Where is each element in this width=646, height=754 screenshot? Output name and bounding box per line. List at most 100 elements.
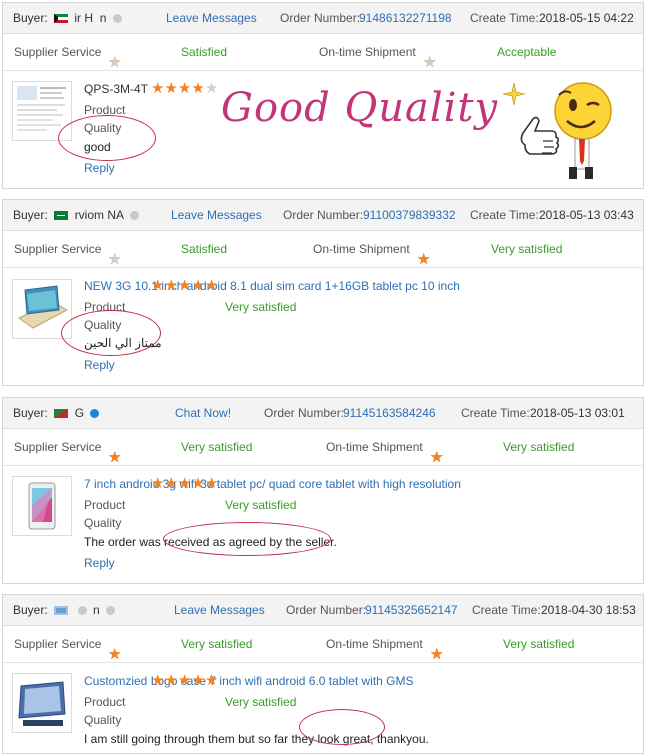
star-filled-icon: ★ — [177, 475, 192, 492]
create-time-value: 2018-05-13 03:43 — [539, 208, 634, 222]
create-time-label: Create Time: — [470, 11, 539, 25]
supplier-status: Satisfied — [181, 242, 228, 256]
service-row: Supplier Service ★ ★ ★ ★ ★ Very satisfied On… — [3, 626, 643, 663]
star-filled-icon: ★ — [417, 251, 431, 268]
chat-now-link[interactable]: Chat Now! — [175, 406, 231, 420]
supplier-service-label: Supplier Service — [14, 440, 102, 454]
buyer-name: G — [50, 406, 102, 420]
country-flag-icon — [50, 406, 68, 420]
product-review: Customzied Logo case 7 inch wifi android… — [3, 663, 643, 753]
create-time-value: 2018-04-30 18:53 — [541, 603, 636, 617]
order-number-link[interactable]: 91100379839332 — [363, 208, 456, 222]
product-status: Very satisfied — [225, 498, 297, 512]
star-empty-icon: ★ — [423, 54, 437, 71]
order-header: Buyer: rviom NA Leave Messages Order Num… — [3, 200, 643, 231]
create-time-label: Create Time: — [470, 208, 539, 222]
star-filled-icon: ★ — [164, 475, 178, 492]
star-filled-icon: ★ — [430, 449, 444, 466]
product-title[interactable]: Customzied Logo case 7 inch wifi android… — [84, 674, 414, 688]
star-filled-icon: ★ — [151, 475, 165, 492]
star-filled-icon: ★ — [204, 475, 219, 492]
shipment-status: Very satisfied — [503, 637, 575, 651]
shipment-label: On-time Shipment — [313, 242, 410, 256]
order-number-link[interactable]: 91486132271198 — [359, 11, 452, 25]
order-card-1: Buyer: ir H n Leave Messages Order Numbe… — [2, 2, 644, 189]
star-filled-icon: ★ — [164, 277, 178, 294]
online-status-icon — [112, 14, 122, 23]
reply-link[interactable]: Reply — [84, 556, 115, 570]
order-header: Buyer: n Leave Messages Order Number: 91… — [3, 595, 643, 626]
quality-label: Quality — [84, 713, 122, 727]
star-filled-icon: ★ — [108, 449, 122, 466]
country-flag-icon — [50, 603, 68, 617]
product-status: Very satisfied — [225, 300, 297, 314]
star-filled-icon: ★ — [151, 80, 165, 97]
product-thumbnail[interactable] — [12, 476, 72, 536]
star-filled-icon: ★ — [191, 277, 205, 294]
kuwait-flag-icon — [50, 11, 68, 25]
leave-messages-link[interactable]: Leave Messages — [166, 11, 257, 25]
order-number-link[interactable]: 91145325652147 — [365, 603, 458, 617]
star-filled-icon: ★ — [177, 277, 192, 294]
service-row: Supplier Service ★ ★ ★ ★ ★ Satisfied On-time… — [3, 34, 643, 71]
star-filled-icon: ★ — [177, 80, 192, 97]
product-thumbnail[interactable] — [12, 673, 72, 733]
supplier-status: Satisfied — [181, 45, 228, 59]
buyer-label: Buyer: — [13, 603, 48, 617]
order-card-3: Buyer: G Chat Now! Order Number: 9114516… — [2, 397, 644, 584]
star-empty-icon: ★ — [108, 251, 122, 268]
star-empty-icon: ★ — [108, 54, 122, 71]
product-title[interactable]: 7 inch android 3g wifi 3d tablet pc/ qua… — [84, 477, 461, 491]
order-number-label: Order Number: — [286, 603, 367, 617]
product-title[interactable]: QPS-3M-4T — [84, 82, 148, 96]
buyer-name: n — [50, 603, 118, 617]
star-filled-icon: ★ — [204, 672, 219, 689]
reply-link[interactable]: Reply — [84, 161, 115, 175]
star-filled-icon: ★ — [430, 646, 444, 663]
create-time-value: 2018-05-13 03:01 — [530, 406, 625, 420]
shipment-label: On-time Shipment — [319, 45, 416, 59]
service-row: Supplier Service ★ ★ ★ ★ ★ Very satisfied On… — [3, 429, 643, 466]
product-status: Very satisfied — [225, 695, 297, 709]
star-filled-icon: ★ — [177, 672, 192, 689]
supplier-status: Very satisfied — [181, 637, 253, 651]
product-stars: ★★★★★ — [151, 79, 218, 97]
supplier-service-label: Supplier Service — [14, 242, 102, 256]
star-filled-icon: ★ — [164, 80, 178, 97]
product-title[interactable]: NEW 3G 10.1 inch android 8.1 dual sim ca… — [84, 279, 460, 293]
buyer-label: Buyer: — [13, 11, 48, 25]
create-time-value: 2018-05-15 04:22 — [539, 11, 634, 25]
saudi-flag-icon — [50, 208, 68, 222]
star-filled-icon: ★ — [164, 672, 178, 689]
shipment-label: On-time Shipment — [326, 637, 423, 651]
shipment-status: Very satisfied — [503, 440, 575, 454]
order-card-4: Buyer: n Leave Messages Order Number: 91… — [2, 594, 644, 754]
online-status-icon — [129, 211, 139, 220]
star-filled-icon: ★ — [191, 80, 205, 97]
star-filled-icon: ★ — [151, 672, 165, 689]
service-row: Supplier Service ★ ★ ★ ★ ★ Satisfied On-time… — [3, 231, 643, 268]
shipment-label: On-time Shipment — [326, 440, 423, 454]
reply-link[interactable]: Reply — [84, 358, 115, 372]
buyer-label: Buyer: — [13, 208, 48, 222]
supplier-service-label: Supplier Service — [14, 637, 102, 651]
leave-messages-link[interactable]: Leave Messages — [174, 603, 265, 617]
shipment-status: Very satisfied — [491, 242, 563, 256]
create-time-label: Create Time: — [461, 406, 530, 420]
order-header: Buyer: G Chat Now! Order Number: 9114516… — [3, 398, 643, 429]
good-quality-overlay: Good Quality — [221, 85, 498, 131]
star-empty-icon: ★ — [204, 80, 219, 97]
product-stars: ★★★★★ — [151, 671, 218, 689]
create-time-label: Create Time: — [472, 603, 541, 617]
order-number-link[interactable]: 91145163584246 — [343, 406, 436, 420]
star-filled-icon: ★ — [204, 277, 219, 294]
annotation-circle — [61, 310, 161, 356]
annotation-circle — [299, 709, 385, 745]
product-label: Product — [84, 695, 126, 709]
supplier-status: Very satisfied — [181, 440, 253, 454]
online-status-icon — [106, 606, 116, 615]
quality-label: Quality — [84, 516, 122, 530]
product-stars: ★★★★★ — [151, 474, 218, 492]
star-filled-icon: ★ — [191, 475, 205, 492]
leave-messages-link[interactable]: Leave Messages — [171, 208, 262, 222]
